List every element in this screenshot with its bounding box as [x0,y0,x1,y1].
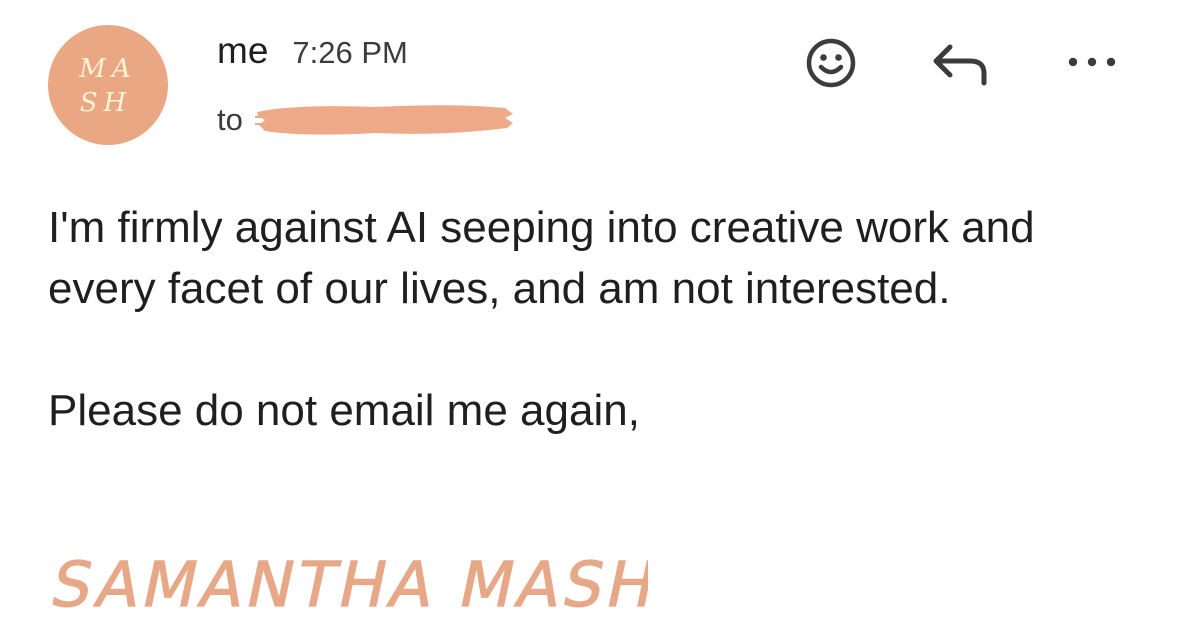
avatar-monogram-line2: SH [80,88,133,118]
message-body: I'm firmly against AI seeping into creat… [48,197,1148,441]
signature-text: SAMANTHA MASH [48,549,648,620]
signature: SAMANTHA MASH [48,542,648,620]
sent-time: 7:26 PM [292,35,408,70]
avatar-monogram: MA SH [78,54,136,118]
sender-name[interactable]: me [217,30,268,72]
reply-arrow-icon [933,44,987,86]
signature-lettering: SAMANTHA MASH [48,548,648,620]
smiley-face-icon [806,38,856,88]
recipient-line[interactable]: to [217,100,517,140]
message-paragraph: Please do not email me again, [48,386,640,435]
sender-line: me 7:26 PM [217,30,408,72]
sender-avatar[interactable]: MA SH [48,25,168,145]
message-paragraph: I'm firmly against AI seeping into creat… [48,203,1035,313]
to-label: to [217,102,243,137]
more-options-button[interactable] [1060,44,1124,80]
recipient-redaction [254,105,513,135]
add-reaction-button[interactable] [800,32,862,94]
more-dots-icon [1068,57,1116,67]
reply-button[interactable] [926,34,996,94]
avatar-monogram-line1: MA [78,54,136,84]
